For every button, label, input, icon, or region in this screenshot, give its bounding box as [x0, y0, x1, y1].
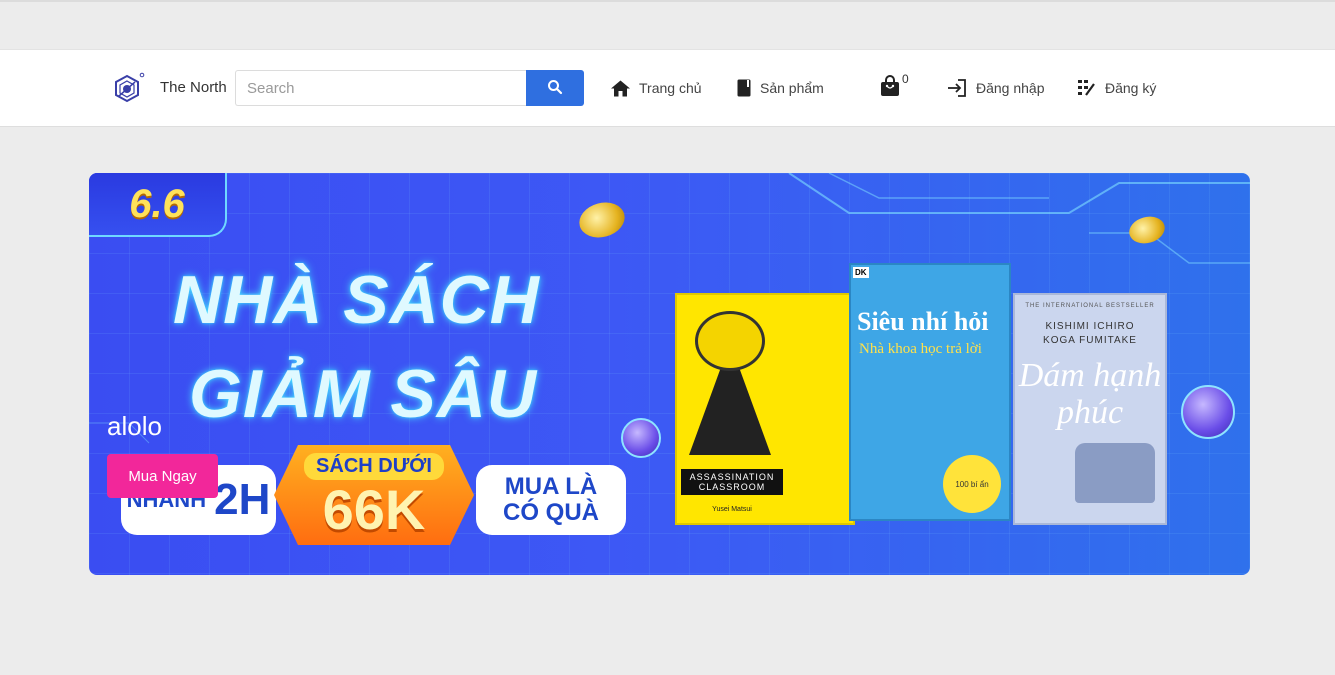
nav-register-label: Đăng ký	[1105, 80, 1157, 96]
book3-title: Dám hạnh phúc	[1018, 357, 1162, 432]
book1-title: ASSASSINATION CLASSROOM	[681, 469, 783, 495]
brand-name[interactable]: The North	[160, 79, 227, 96]
banner-headline-2: GIẢM SÂU	[189, 356, 537, 432]
book-icon	[737, 79, 751, 97]
book-sieu-nhi-hoi[interactable]: DK Siêu nhí hỏi Nhà khoa học trả lời 100…	[849, 263, 1011, 521]
search-icon	[547, 79, 563, 98]
book-cover-art	[689, 365, 771, 455]
banner-headline-1: NHÀ SÁCH	[173, 262, 540, 338]
book-cover-face	[695, 311, 765, 371]
nav-login[interactable]: Đăng nhập	[947, 77, 1045, 99]
cart-button[interactable]: 0	[880, 72, 912, 103]
nav-login-label: Đăng nhập	[976, 80, 1045, 96]
book-assassination-classroom[interactable]: ASSASSINATION CLASSROOM Yusei Matsui	[675, 293, 855, 525]
register-icon	[1078, 80, 1095, 96]
gift-pill: MUA LÀ CÓ QUÀ	[476, 465, 626, 535]
sale-price: 66K	[322, 477, 426, 541]
book3-author-1: KISHIMI ICHIRO	[1045, 321, 1135, 332]
home-icon	[611, 80, 630, 96]
book-dam-hanh-phuc[interactable]: THE INTERNATIONAL BESTSELLER KISHIMI ICH…	[1013, 293, 1167, 525]
sale-label: SÁCH DƯỚI	[304, 452, 444, 480]
nav-products-label: Sản phẩm	[760, 80, 824, 96]
hero-caption: alolo	[107, 411, 162, 441]
compass-orb-icon	[621, 418, 661, 458]
book3-tagline: THE INTERNATIONAL BESTSELLER	[1025, 303, 1155, 309]
the-north-logo-icon[interactable]	[112, 72, 146, 106]
top-strip	[0, 0, 1335, 2]
gift-line-2: CÓ QUÀ	[503, 499, 599, 526]
book2-publisher: DK	[853, 267, 869, 278]
shopping-bag-icon	[881, 75, 899, 96]
book3-chair-art	[1075, 443, 1155, 503]
search-input[interactable]	[235, 70, 527, 106]
search-button[interactable]	[526, 70, 584, 106]
compass-orb-icon	[1181, 385, 1235, 439]
nav-home-label: Trang chủ	[639, 80, 702, 96]
gift-line-1: MUA LÀ	[504, 472, 598, 500]
book2-title: Siêu nhí hỏi	[857, 307, 989, 336]
nav-products[interactable]: Sản phẩm	[737, 77, 824, 99]
nav-register[interactable]: Đăng ký	[1078, 77, 1156, 99]
sale-hexagon: SÁCH DƯỚI 66K	[274, 445, 474, 545]
login-icon	[948, 79, 966, 97]
book3-author-2: KOGA FUMITAKE	[1043, 335, 1137, 346]
cart-count-badge: 0	[902, 72, 909, 86]
nav-home[interactable]: Trang chủ	[611, 77, 702, 99]
promo-banner[interactable]: 6.6 NHÀ SÁCH GIẢM SÂU NHANH 2H SÁCH DƯỚI…	[89, 173, 1250, 575]
book1-author: Yusei Matsui	[712, 506, 752, 513]
badge-6-6: 6.6	[89, 173, 227, 237]
book2-subtitle: Nhà khoa học trả lời	[859, 341, 982, 357]
book2-sticker: 100 bí ẩn	[943, 455, 1001, 513]
fast-delivery-hours: 2H	[214, 474, 271, 524]
buy-now-button[interactable]: Mua Ngay	[107, 454, 218, 498]
navbar: The North Trang chủ Sản phẩm 0	[0, 49, 1335, 127]
